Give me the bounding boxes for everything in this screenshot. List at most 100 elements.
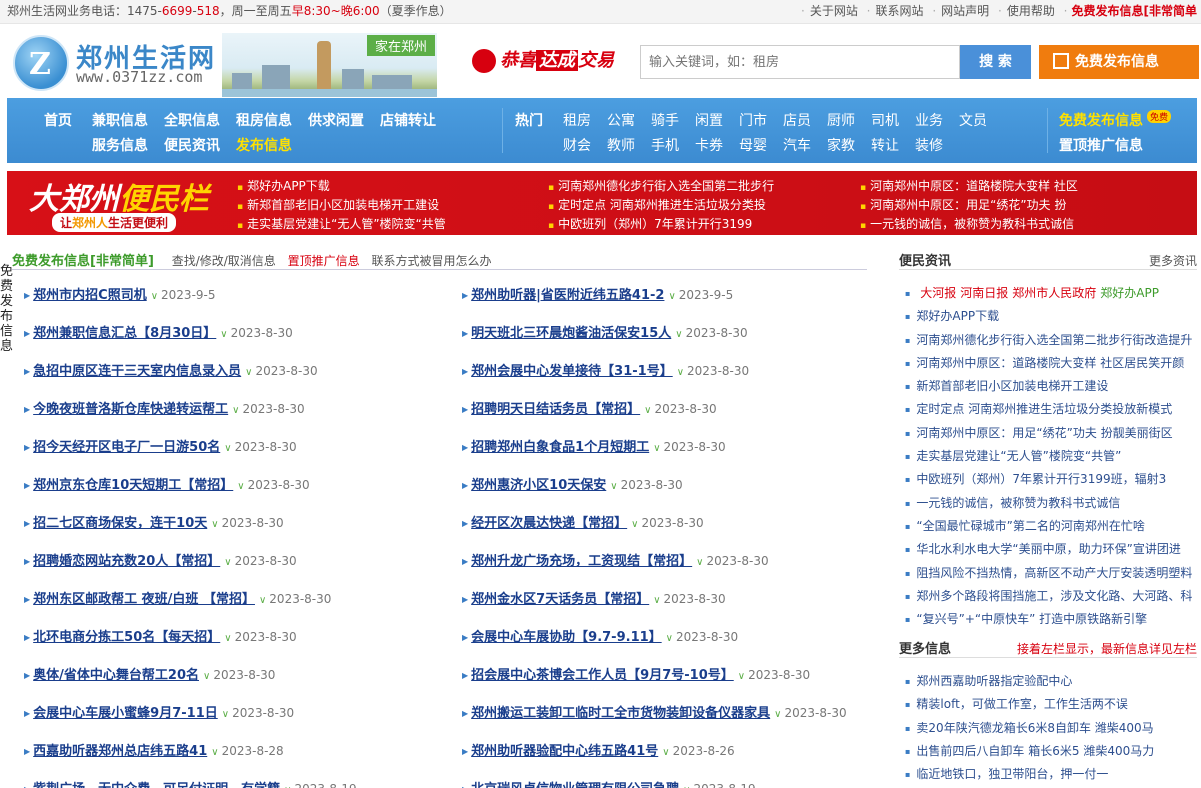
hot-tag[interactable]: 汽车 [783, 135, 811, 155]
news-item[interactable]: 新郑首部老旧小区加装电梯开工建设 [905, 375, 1197, 398]
listing-row[interactable]: ▶ 郑州助听器|省医附近纬五路41-2 ∨ 2023-9-5 [462, 286, 733, 306]
listing-row[interactable]: ▶ 郑州市内招C照司机 ∨ 2023-9-5 [24, 286, 216, 306]
listing-row[interactable]: ▶ 今晚夜班普洛斯仓库快递转运帮工 ∨ 2023-8-30 [24, 400, 305, 420]
deal-ad[interactable]: 恭喜 达成 交易 [472, 46, 614, 73]
listing-title[interactable]: 经开区次晨达快递【常招】 [471, 516, 627, 531]
listing-title[interactable]: 郑州升龙广场充场，工资现结【常招】 [471, 554, 692, 569]
search-button[interactable]: 搜 索 [960, 45, 1031, 79]
listing-row[interactable]: ▶ 招二七区商场保安，连干10天 ∨ 2023-8-30 [24, 514, 284, 534]
listing-title[interactable]: 招今天经开区电子厂一日游50名 [33, 440, 220, 455]
news-item[interactable]: 大河报河南日报郑州市人民政府郑好办APP [905, 282, 1197, 305]
listing-title[interactable]: 明天班北三环晨炮酱油活保安15人 [471, 326, 671, 341]
listing-row[interactable]: ▶ 郑州京东仓库10天短期工【常招】 ∨ 2023-8-30 [24, 476, 310, 496]
free-post-link[interactable]: 免费发布信息[非常简单] [12, 254, 154, 269]
listing-title[interactable]: 今晚夜班普洛斯仓库快递转运帮工 [33, 402, 228, 417]
nav-fulltime[interactable]: 全职信息 [164, 110, 220, 130]
hot-tag[interactable]: 厨师 [827, 110, 855, 130]
news-item[interactable]: 临近地铁口，独卫带阳台，押一付一 [905, 763, 1197, 786]
news-item[interactable]: 一元钱的诚信，被称赞为教科书式诚信 [905, 492, 1197, 515]
statement-link[interactable]: 网站声明 [941, 4, 989, 18]
listing-title[interactable]: 郑州金水区7天话务员【常招】 [471, 592, 649, 607]
listing-row[interactable]: ▶ 会展中心车展协助【9.7-9.11】 ∨ 2023-8-30 [462, 628, 738, 648]
listing-title[interactable]: 招聘婚恋网站充数20人【常招】 [33, 554, 220, 569]
promo-link[interactable]: 定时定点 河南郑州推进生活垃圾分类投 [548, 196, 766, 213]
hot-tag[interactable]: 公寓 [607, 110, 635, 130]
listing-row[interactable]: ▶ 招会展中心茶博会工作人员【9月7号-10号】 ∨ 2023-8-30 [462, 666, 810, 686]
news-item[interactable]: 河南郑州中原区：用足“绣花”功夫 扮靓美丽街区 [905, 422, 1197, 445]
listing-title[interactable]: 招聘郑州白象食品1个月短期工 [471, 440, 649, 455]
hot-tag[interactable]: 财会 [563, 135, 591, 155]
listing-title[interactable]: 西嘉助听器郑州总店纬五路41 [33, 744, 207, 759]
listing-title[interactable]: 招聘明天日结话务员【常招】 [471, 402, 640, 417]
hot-tag[interactable]: 转让 [871, 135, 899, 155]
hot-tag[interactable]: 家教 [827, 135, 855, 155]
listing-row[interactable]: ▶ 会展中心车展小蜜蜂9月7-11日 ∨ 2023-8-30 [24, 704, 294, 724]
nav-secondhand[interactable]: 供求闲置 [308, 110, 364, 130]
contact-misuse-link[interactable]: 联系方式被冒用怎么办 [371, 254, 491, 268]
nav-post[interactable]: 发布信息 [236, 135, 292, 155]
listing-row[interactable]: ▶ 北环电商分拣工50名【每天招】 ∨ 2023-8-30 [24, 628, 297, 648]
vertical-post-label[interactable]: 免费发布信息 [0, 264, 14, 354]
nav-parttime[interactable]: 兼职信息 [92, 110, 148, 130]
listing-title[interactable]: 北京瑞风卓信物业管理有限公司急聘 [471, 782, 679, 788]
more-news-link[interactable]: 更多资讯 [1149, 252, 1197, 269]
listing-row[interactable]: ▶ 郑州升龙广场充场，工资现结【常招】 ∨ 2023-8-30 [462, 552, 769, 572]
listing-row[interactable]: ▶ 郑州兼职信息汇总【8月30日】 ∨ 2023-8-30 [24, 324, 293, 344]
listing-title[interactable]: 会展中心车展小蜜蜂9月7-11日 [33, 706, 218, 721]
listing-title[interactable]: 郑州东区邮政帮工 夜班/白班 【常招】 [33, 592, 255, 607]
listing-title[interactable]: 郑州助听器|省医附近纬五路41-2 [471, 288, 664, 303]
news-item[interactable]: 走实基层党建让“无人管”楼院变“共管” [905, 445, 1197, 468]
manage-info-link[interactable]: 查找/修改/取消信息 [172, 254, 276, 268]
hot-tag[interactable]: 业务 [915, 110, 943, 130]
listing-title[interactable]: 招会展中心茶博会工作人员【9月7号-10号】 [471, 668, 734, 683]
promo-link[interactable]: 中欧班列（郑州）7年累计开行3199 [548, 215, 752, 232]
news-item[interactable]: 卖20年陕汽德龙箱长6米8自卸车 潍柴400马 [905, 717, 1197, 740]
news-item[interactable]: 定时定点 河南郑州推进生活垃圾分类投放新模式 [905, 398, 1197, 421]
nav-news[interactable]: 便民资讯 [164, 135, 220, 155]
listing-title[interactable]: 郑州京东仓库10天短期工【常招】 [33, 478, 233, 493]
listing-title[interactable]: 郑州搬运工装卸工临时工全市货物装卸设备仪器家具 [471, 706, 770, 721]
news-item[interactable]: 中欧班列（郑州）7年累计开行3199班，辐射3 [905, 468, 1197, 491]
help-link[interactable]: 使用帮助 [1007, 4, 1055, 18]
news-item[interactable]: 河南郑州中原区：道路楼院大变样 社区居民笑开颜 [905, 352, 1197, 375]
promo-link[interactable]: 一元钱的诚信，被称赞为教科书式诚信 [860, 215, 1074, 232]
contact-link[interactable]: 联系网站 [875, 4, 923, 18]
listing-title[interactable]: 奥体/省体中心舞台帮工20名 [33, 668, 199, 683]
hot-tag[interactable]: 司机 [871, 110, 899, 130]
listing-row[interactable]: ▶ 郑州会展中心发单接待【31-1号】 ∨ 2023-8-30 [462, 362, 749, 382]
logo-icon[interactable]: Z [13, 35, 69, 91]
listing-row[interactable]: ▶ 经开区次晨达快递【常招】 ∨ 2023-8-30 [462, 514, 704, 534]
listing-row[interactable]: ▶ 西嘉助听器郑州总店纬五路41 ∨ 2023-8-28 [24, 742, 284, 762]
news-item[interactable]: 阻挡风险不挡热情，高新区不动产大厅安装透明塑料 [905, 562, 1197, 585]
search-input[interactable] [640, 45, 960, 79]
nav-free-post[interactable]: 免费发布信息 [1059, 110, 1143, 130]
listing-title[interactable]: 急招中原区连干三天室内信息录入员 [33, 364, 241, 379]
hot-tag[interactable]: 闲置 [695, 110, 723, 130]
listing-row[interactable]: ▶ 奥体/省体中心舞台帮工20名 ∨ 2023-8-30 [24, 666, 275, 686]
hot-tag[interactable]: 租房 [563, 110, 591, 130]
nav-hot[interactable]: 热门 [515, 110, 543, 130]
promo-link[interactable]: 河南郑州德化步行街入选全国第二批步行 [548, 177, 774, 194]
news-item[interactable]: 郑好办APP下载 [905, 305, 1197, 328]
news-item[interactable]: 精装loft，可做工作室，工作生活两不误 [905, 693, 1197, 716]
listing-title[interactable]: 紫荆广场，无中介费，可足付证明，有学籍 [33, 782, 280, 788]
listing-title[interactable]: 郑州市内招C照司机 [33, 288, 147, 303]
hot-tag[interactable]: 卡券 [695, 135, 723, 155]
free-post-top-link[interactable]: 免费发布信息[非常简单 [1072, 4, 1198, 18]
nav-rent[interactable]: 租房信息 [236, 110, 292, 130]
listing-title[interactable]: 会展中心车展协助【9.7-9.11】 [471, 630, 662, 645]
listing-title[interactable]: 郑州惠济小区10天保安 [471, 478, 606, 493]
news-item[interactable]: “全国最忙碌城市”第二名的河南郑州在忙啥 [905, 515, 1197, 538]
top-promo-link[interactable]: 置顶推广信息 [288, 254, 360, 268]
nav-home[interactable]: 首页 [44, 110, 72, 130]
promo-link[interactable]: 郑好办APP下载 [237, 177, 330, 194]
listing-row[interactable]: ▶ 郑州搬运工装卸工临时工全市货物装卸设备仪器家具 ∨ 2023-8-30 [462, 704, 847, 724]
listing-row[interactable]: ▶ 郑州助听器验配中心纬五路41号 ∨ 2023-8-26 [462, 742, 735, 762]
listing-title[interactable]: 郑州助听器验配中心纬五路41号 [471, 744, 658, 759]
promo-link[interactable]: 走实基层党建让“无人管”楼院变“共管 [237, 215, 446, 232]
listing-row[interactable]: ▶ 郑州东区邮政帮工 夜班/白班 【常招】 ∨ 2023-8-30 [24, 590, 331, 610]
hot-tag[interactable]: 教师 [607, 135, 635, 155]
listing-row[interactable]: ▶ 招聘婚恋网站充数20人【常招】 ∨ 2023-8-30 [24, 552, 297, 572]
listing-row[interactable]: ▶ 明天班北三环晨炮酱油活保安15人 ∨ 2023-8-30 [462, 324, 748, 344]
listing-row[interactable]: ▶ 郑州金水区7天话务员【常招】 ∨ 2023-8-30 [462, 590, 726, 610]
